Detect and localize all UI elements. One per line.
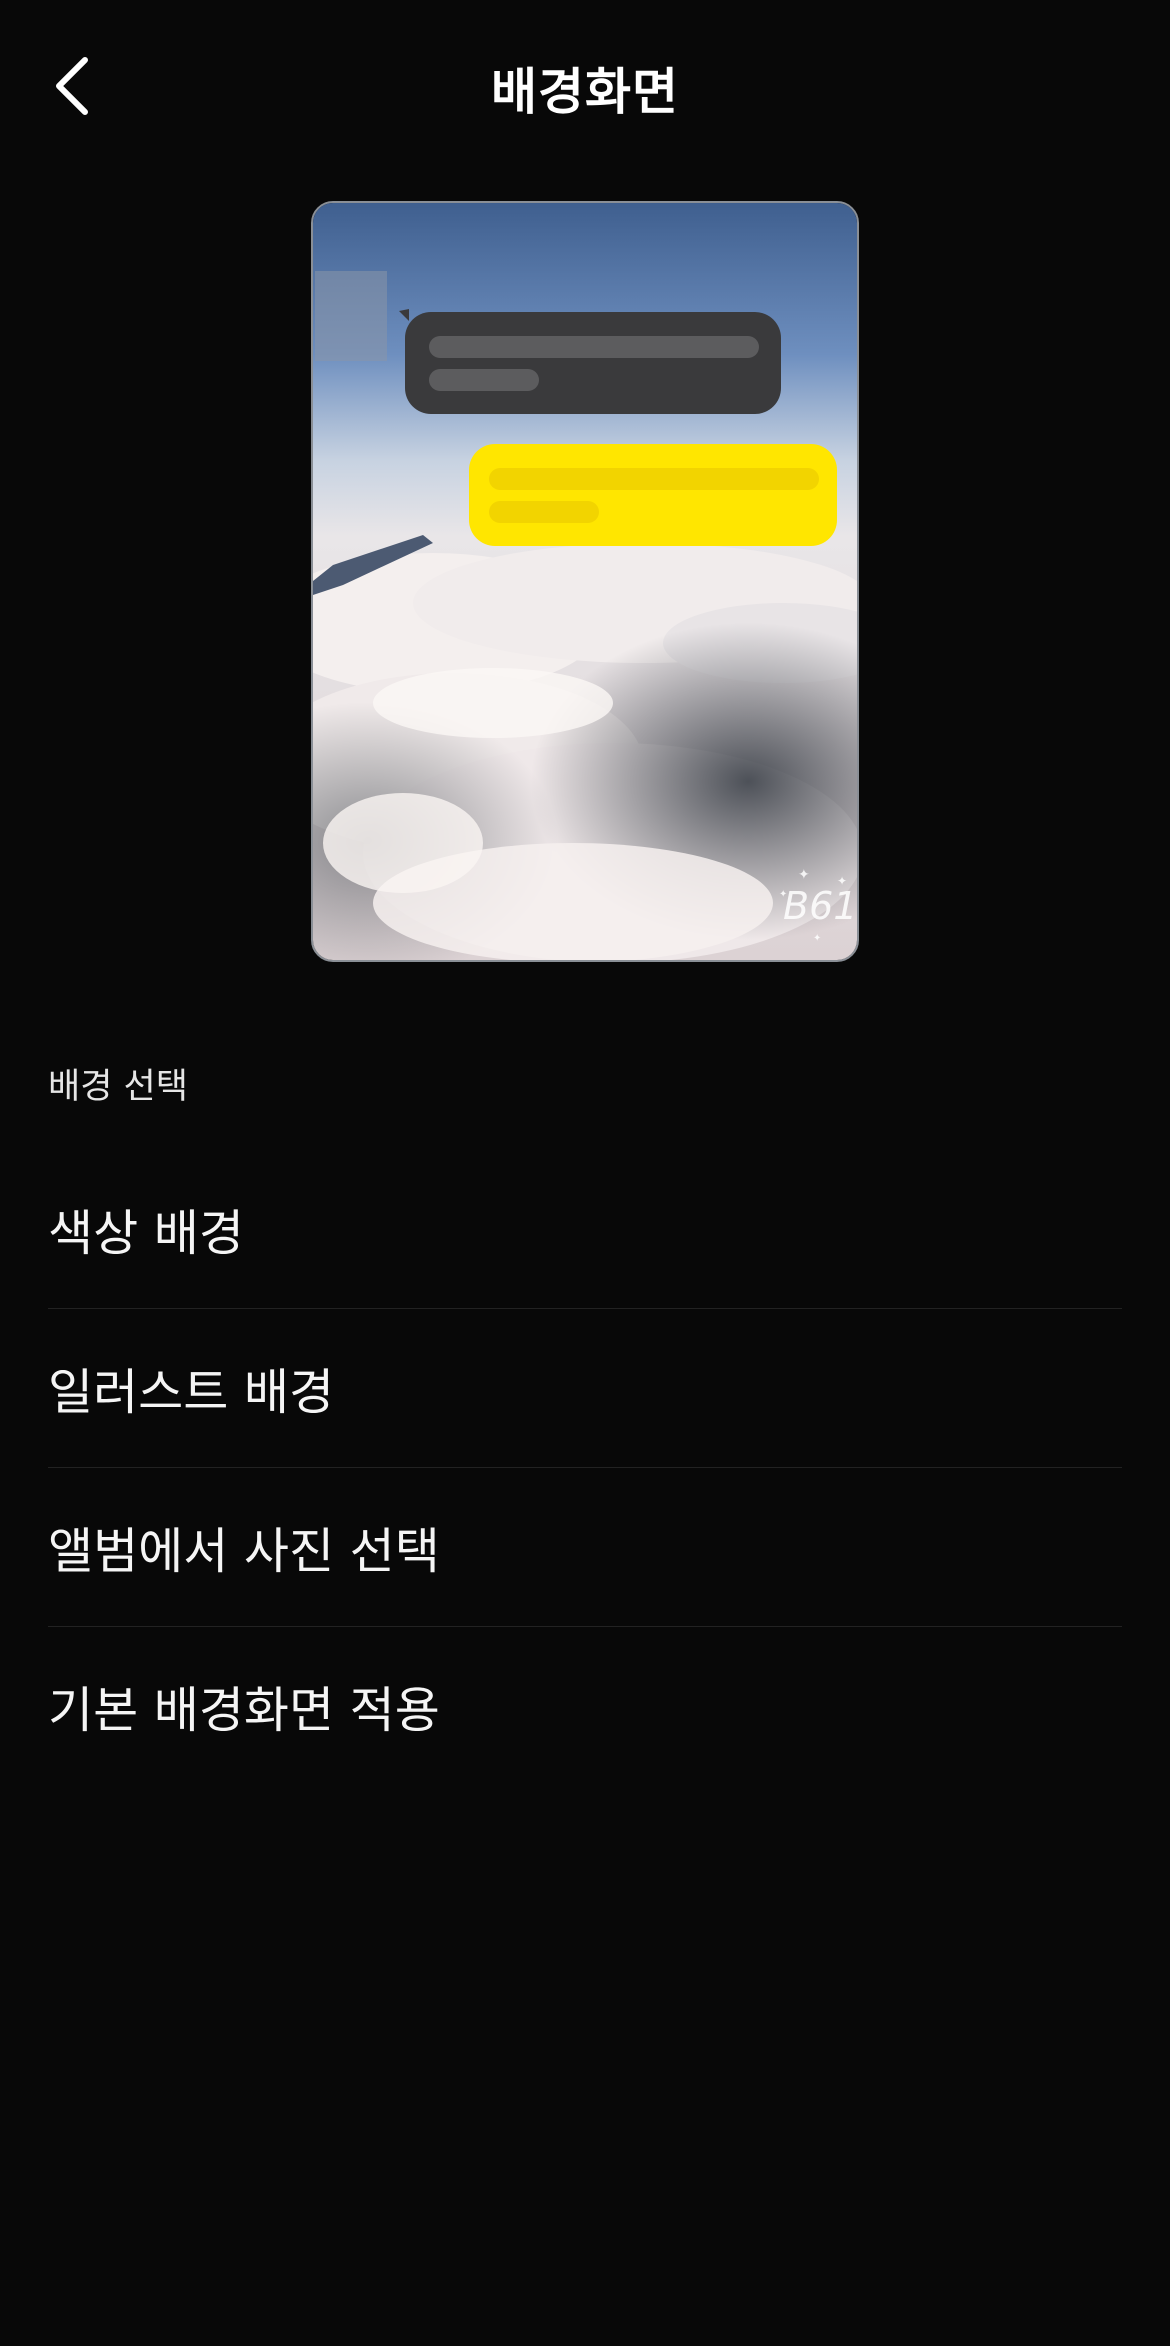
watermark-text: B612 <box>783 884 857 928</box>
star-icon: ✦ <box>813 933 821 944</box>
header-bar: 배경화면 <box>0 0 1170 170</box>
cloud-background <box>313 543 857 960</box>
wallpaper-preview: B612 ✦ ✦ ✦ ✦ <box>311 201 859 962</box>
section-label: 배경 선택 <box>48 1067 188 1107</box>
received-message-bubble <box>399 309 781 414</box>
background-options-list: 색상 배경 일러스트 배경 앨범에서 사진 선택 기본 배경화면 적용 <box>48 1150 1122 1786</box>
profile-placeholder <box>315 271 387 361</box>
star-icon: ✦ <box>837 874 847 888</box>
sent-message-bubble <box>469 444 837 546</box>
page-title: 배경화면 <box>491 63 679 121</box>
album-photo-option[interactable]: 앨범에서 사진 선택 <box>48 1468 1122 1627</box>
illustration-background-option[interactable]: 일러스트 배경 <box>48 1309 1122 1468</box>
star-icon: ✦ <box>798 867 810 883</box>
color-background-option[interactable]: 색상 배경 <box>48 1150 1122 1309</box>
star-icon: ✦ <box>779 889 787 900</box>
default-wallpaper-option[interactable]: 기본 배경화면 적용 <box>48 1627 1122 1786</box>
